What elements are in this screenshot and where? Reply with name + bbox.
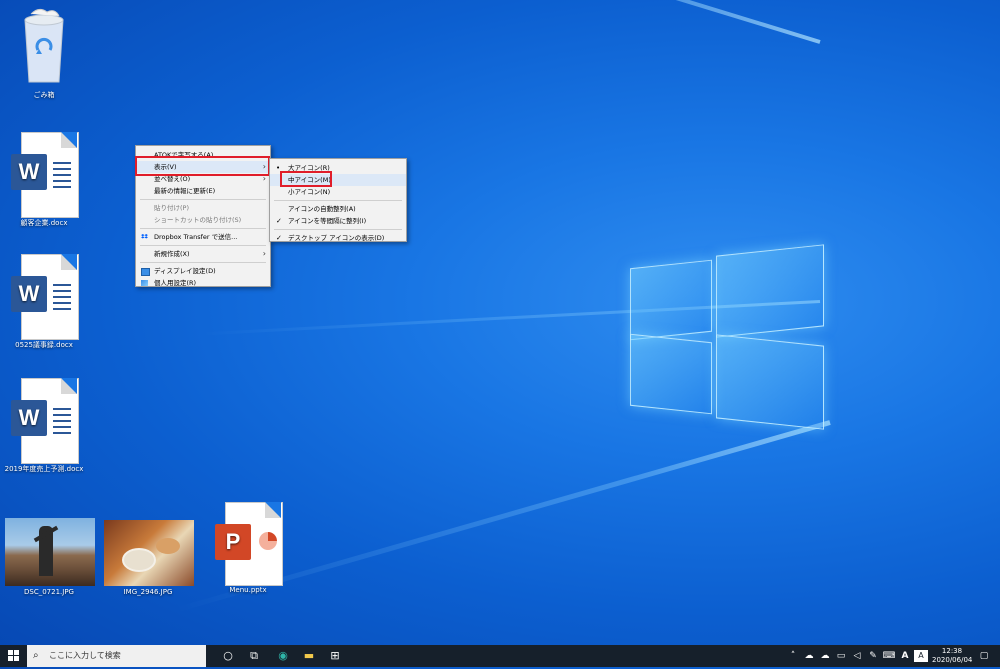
atok-icon[interactable]: A (914, 650, 928, 662)
menu-item-refresh[interactable]: 最新の情報に更新(E) (136, 185, 270, 197)
menu-separator (274, 200, 402, 201)
menu-item-display-settings[interactable]: ディスプレイ設定(D) (136, 265, 270, 277)
dropbox-icon (141, 234, 148, 239)
submenu-item-small-icons[interactable]: 小アイコン(N) (270, 186, 406, 198)
store-icon[interactable]: ⊞ (324, 645, 346, 667)
photo-file-icon[interactable]: DSC_0721.JPG (5, 518, 95, 596)
desktop[interactable]: ごみ箱 W 顧客企業.docx W 0525議事録.docx W 2019年度売… (0, 0, 1000, 645)
task-view-icon[interactable]: ⧉ (244, 645, 264, 667)
time-label: 12:38 (941, 647, 963, 655)
check-icon: ✓ (276, 217, 282, 225)
onedrive-icon[interactable]: ☁ (818, 645, 832, 667)
icon-caption: 2019年度売上予測.docx (4, 465, 84, 473)
icon-caption: DSC_0721.JPG (24, 588, 74, 596)
icon-caption: IMG_2946.JPG (123, 588, 173, 596)
light-beam (150, 0, 821, 44)
menu-separator (140, 262, 266, 263)
highlight-box (280, 171, 332, 187)
word-icon: W (11, 254, 79, 340)
chevron-up-icon[interactable]: ˄ (786, 645, 800, 667)
submenu-item-show-desktop-icons[interactable]: ✓ デスクトップ アイコンの表示(D) (270, 232, 406, 244)
windows-logo (630, 236, 825, 431)
menu-separator (274, 229, 402, 230)
clock[interactable]: 12:38 2020/06/04 (932, 647, 972, 665)
menu-separator (140, 228, 266, 229)
personalize-icon (141, 280, 148, 286)
photo-file-icon[interactable]: IMG_2946.JPG (104, 520, 194, 596)
notification-icon[interactable]: ▢ (974, 645, 994, 667)
menu-item-paste-shortcut[interactable]: ショートカットの貼り付け(S) (136, 214, 270, 226)
edge-browser-icon[interactable]: ◉ (272, 645, 294, 667)
menu-item-paste[interactable]: 貼り付け(P) (136, 202, 270, 214)
cloud-icon[interactable]: ☁ (802, 645, 816, 667)
recycle-bin-icon[interactable]: ごみ箱 (0, 6, 88, 100)
menu-separator (140, 199, 266, 200)
highlight-box (135, 156, 270, 176)
menu-item-personalize[interactable]: 個人用設定(R) (136, 277, 270, 289)
chevron-right-icon: › (262, 249, 266, 258)
file-explorer-icon[interactable]: ▬ (298, 645, 320, 667)
word-icon: W (11, 378, 79, 464)
taskbar-search-input[interactable]: ⌕ ここに入力して検索 (27, 645, 206, 667)
powerpoint-icon: P (215, 502, 283, 586)
word-document-icon[interactable]: W 顧客企業.docx (0, 132, 88, 228)
network-icon[interactable]: ▭ (834, 645, 848, 667)
menu-item-dropbox-transfer[interactable]: Dropbox Transfer で送信... (136, 231, 270, 243)
icon-caption: 顧客企業.docx (20, 219, 68, 227)
taskbar: ⌕ ここに入力して検索 ○ ⧉ ◉ ▬ ⊞ ˄ ☁ ☁ ▭ ◁ ✎ ⌨ A A … (0, 645, 1000, 667)
volume-icon[interactable]: ◁ (850, 645, 864, 667)
check-icon: ✓ (276, 234, 282, 242)
pen-icon[interactable]: ✎ (866, 645, 880, 667)
search-icon: ⌕ (33, 650, 39, 661)
powerpoint-file-icon[interactable]: P Menu.pptx (204, 502, 292, 594)
word-icon: W (11, 132, 79, 218)
input-mode-icon[interactable]: ⌨ (882, 645, 896, 667)
food-photo-thumbnail (104, 520, 194, 586)
menu-separator (140, 245, 266, 246)
recycle-bin-graphic (24, 8, 64, 83)
ime-icon[interactable]: A (898, 645, 912, 667)
icon-caption: Menu.pptx (229, 586, 267, 594)
word-document-icon[interactable]: W 0525議事録.docx (0, 254, 88, 350)
menu-item-new[interactable]: 新規作成(X) › (136, 248, 270, 260)
display-icon (141, 268, 150, 276)
windows-start-icon[interactable] (0, 645, 26, 667)
statue-photo-thumbnail (5, 518, 95, 586)
cortana-icon[interactable]: ○ (218, 645, 238, 667)
date-label: 2020/06/04 (932, 656, 973, 664)
submenu-item-align-grid[interactable]: ✓ アイコンを等間隔に整列(I) (270, 215, 406, 227)
icon-caption: 0525議事録.docx (15, 341, 73, 349)
submenu-item-auto-arrange[interactable]: アイコンの自動整列(A) (270, 203, 406, 215)
word-document-icon[interactable]: W 2019年度売上予測.docx (0, 378, 88, 474)
icon-caption: ごみ箱 (33, 91, 55, 99)
